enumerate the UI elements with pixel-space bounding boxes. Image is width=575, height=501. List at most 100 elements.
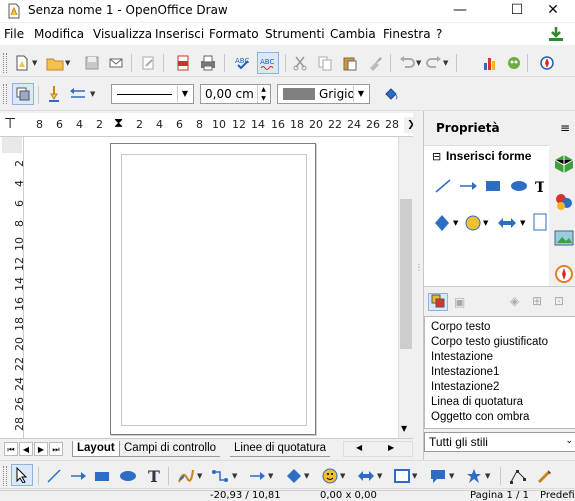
menu-inserisci[interactable]: Inserisci [155,27,204,41]
gallery-icon[interactable] [504,53,524,73]
chevron-down-icon[interactable]: ▼ [177,86,192,102]
stars-icon[interactable] [464,466,484,486]
line-width-spinner[interactable]: ▲ ▼ [257,85,269,103]
line-icon[interactable] [44,84,64,104]
chevron-down-icon[interactable]: ▼ [443,53,450,73]
list-item[interactable]: Linea di quotatura [431,396,523,408]
redo-icon[interactable] [424,53,444,73]
download-update-icon[interactable] [547,26,565,42]
tab-linee-di-quotatura[interactable]: Linee di quotatura [230,441,331,457]
line-style-select[interactable]: ▼ [111,84,194,104]
presentation-styles-icon[interactable]: ▣ [454,295,465,309]
basic-shapes-icon[interactable] [284,466,304,486]
paste-icon[interactable] [340,53,360,73]
ellipse-tool-icon[interactable] [118,466,138,486]
style-filter-select[interactable]: Tutti gli stili ⌄ [424,432,575,452]
navigator-deck-icon[interactable] [553,263,575,285]
select-icon[interactable] [11,464,33,486]
navigator-icon[interactable] [537,53,557,73]
tab-stop-icon[interactable]: ⊤ [4,116,16,132]
horizontal-ruler[interactable]: ⊤ 8 6 4 2 ⧗ 2 4 6 8 10 12 14 16 18 20 22… [0,113,423,137]
symbol-shapes-icon[interactable] [320,466,340,486]
menu-visualizza[interactable]: Visualizza [93,27,152,41]
menu-strumenti[interactable]: Strumenti [265,27,325,41]
chevron-right-icon[interactable]: ▶ [388,443,394,452]
spellcheck-icon[interactable]: ABC [233,53,253,73]
minimize-button[interactable]: — [437,0,483,22]
chevron-left-icon[interactable]: ◀ [356,443,362,452]
chevron-down-icon[interactable]: ▼ [416,53,423,73]
undo-icon[interactable] [397,53,417,73]
prev-tab-icon[interactable]: ◀ [19,442,33,456]
styles-formatting-icon[interactable] [12,83,34,105]
close-button[interactable]: ✕ [530,0,575,22]
chevron-down-icon[interactable]: ▼ [32,53,39,73]
fill-format-icon[interactable]: ◈ [510,294,519,308]
properties-deck-icon[interactable] [553,153,575,175]
toolbar-grip[interactable] [3,53,7,73]
list-item[interactable]: Corpo testo [431,321,490,333]
chevron-down-icon[interactable]: ▼ [485,466,492,486]
vertical-scrollbar[interactable]: ▼ [398,137,413,438]
chevron-down-icon[interactable]: ▼ [65,53,72,73]
shapes-row-lines[interactable]: T [434,176,544,196]
scrollbar-thumb[interactable] [400,199,412,349]
curve-tool-icon[interactable] [176,466,196,486]
chevron-down-icon[interactable]: ▼ [304,466,311,486]
chevron-down-icon[interactable]: ▼ [232,466,239,486]
cut-icon[interactable] [290,53,310,73]
line-tool-icon[interactable] [44,466,64,486]
tab-campi-di-controllo[interactable]: Campi di controllo [120,441,221,457]
chevron-down-icon[interactable]: ▼ [449,466,456,486]
chevron-down-icon[interactable]: ▼ [412,466,419,486]
area-color-select[interactable]: Grigio ▼ [277,84,370,104]
shapes-row-basic[interactable]: ▼ ▼ ▼ [432,212,549,234]
styles-deck-icon[interactable] [553,191,575,213]
chevron-down-icon[interactable]: ▼ [340,466,347,486]
fontwork-icon[interactable] [534,466,554,486]
update-style-icon[interactable]: ⊡ [554,294,564,308]
list-item[interactable]: Oggetto con ombra [431,411,529,423]
drawing-page[interactable] [110,143,316,435]
list-item[interactable]: Intestazione1 [431,366,499,378]
flowchart-icon[interactable] [392,466,412,486]
splitter-handle[interactable]: ⋮ [415,263,423,272]
menu-cambia[interactable]: Cambia [330,27,376,41]
chevron-down-icon[interactable]: ▼ [197,466,204,486]
text-tool-icon[interactable]: T [144,466,164,486]
connector-tool-icon[interactable] [210,466,230,486]
vertical-ruler[interactable]: 2 4 6 8 10 12 14 16 18 20 22 24 26 28 [0,137,24,438]
lines-arrows-icon[interactable] [247,466,267,486]
email-icon[interactable] [106,53,126,73]
auto-spellcheck-icon[interactable]: ABC [257,52,279,74]
chevron-down-icon[interactable]: ▼ [90,84,97,104]
graphic-styles-icon[interactable] [428,293,448,311]
print-icon[interactable] [198,53,218,73]
chevron-down-icon[interactable]: ▼ [268,466,275,486]
toolbar-grip[interactable] [3,466,7,486]
copy-icon[interactable] [315,53,335,73]
menu-finestra[interactable]: Finestra [383,27,431,41]
last-tab-icon[interactable]: ⏭ [49,442,63,456]
chevron-down-icon[interactable]: ▼ [353,86,368,102]
points-icon[interactable] [508,466,528,486]
block-arrows-icon[interactable] [356,466,376,486]
new-style-icon[interactable]: ⊞ [532,294,542,308]
menu-formato[interactable]: Formato [209,27,259,41]
edit-file-icon[interactable] [138,53,158,73]
arrow-style-icon[interactable] [68,84,88,104]
next-tab-icon[interactable]: ▶ [34,442,48,456]
callouts-icon[interactable] [428,466,448,486]
export-pdf-icon[interactable] [173,53,193,73]
drawing-canvas[interactable] [24,137,398,438]
line-width-field[interactable]: 0,00 cm ▲ ▼ [200,84,271,104]
save-icon[interactable] [82,53,102,73]
toolbar-grip[interactable] [3,84,7,104]
sidebar-splitter[interactable]: ⋮ [413,113,423,460]
gallery-deck-icon[interactable] [553,227,575,249]
paint-bucket-icon[interactable] [381,84,401,104]
clone-formatting-icon[interactable] [365,53,385,73]
tab-layout[interactable]: Layout [72,441,120,457]
sidebar-menu-icon[interactable]: ≡ [560,121,570,135]
chevron-down-icon[interactable]: ⌄ [565,436,573,446]
